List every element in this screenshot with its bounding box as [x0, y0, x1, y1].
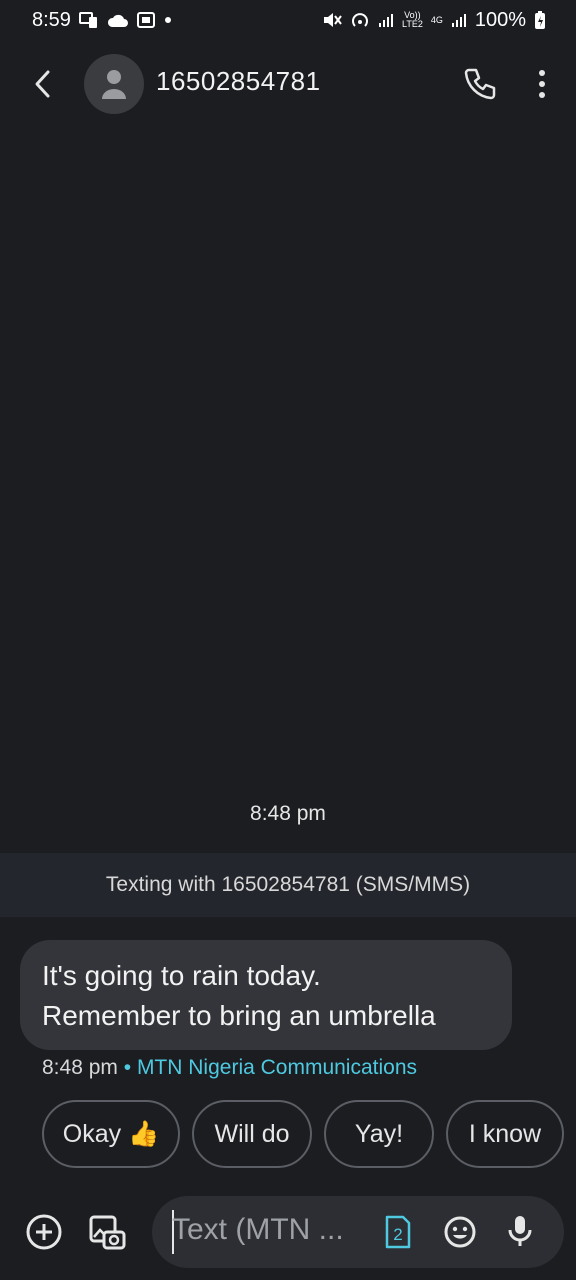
- message-composer[interactable]: Text (MTN ... 2: [152, 1196, 564, 1268]
- message-time: 8:48 pm: [42, 1056, 118, 1079]
- smart-reply-row: Okay 👍 Will do Yay! I know: [42, 1100, 564, 1168]
- status-bar: 8:59 Vo)) LTE2 4G 100%: [0, 0, 576, 40]
- phone-call-icon[interactable]: [460, 64, 500, 104]
- message-separator: •: [123, 1056, 132, 1079]
- smart-reply-okay[interactable]: Okay 👍: [42, 1100, 180, 1168]
- battery-charging-icon: [534, 10, 546, 30]
- sim-selector-icon[interactable]: 2: [384, 1214, 412, 1250]
- lte-label: LTE2: [401, 19, 423, 29]
- screenshot-icon: [136, 11, 155, 29]
- emoji-icon[interactable]: [442, 1214, 478, 1250]
- date-divider: 8:48 pm: [250, 802, 326, 825]
- status-left: 8:59: [32, 9, 173, 32]
- battery-percent: 100%: [474, 8, 526, 31]
- status-time: 8:59: [32, 8, 71, 31]
- more-vert-icon[interactable]: [524, 64, 560, 104]
- incoming-message-bubble[interactable]: It's going to rain today. Remember to br…: [20, 940, 512, 1050]
- message-line-2: Remember to bring an umbrella: [42, 1000, 436, 1031]
- back-arrow-icon[interactable]: [26, 66, 62, 102]
- signal-icon-2: [451, 12, 467, 28]
- contact-avatar-icon[interactable]: [84, 54, 144, 114]
- mute-icon: [322, 11, 342, 29]
- smart-reply-will-do[interactable]: Will do: [192, 1100, 312, 1168]
- texting-banner-text: Texting with 16502854781 (SMS/MMS): [105, 873, 471, 896]
- smart-reply-yay[interactable]: Yay!: [324, 1100, 434, 1168]
- volte-lte-label: Vo)) LTE2: [402, 11, 423, 29]
- notification-app-icon: [78, 11, 99, 29]
- network-type-label: 4G: [430, 14, 443, 25]
- hotspot-icon: [350, 11, 370, 29]
- message-carrier[interactable]: MTN Nigeria Communications: [137, 1056, 417, 1079]
- conversation-header: 16502854781: [0, 40, 576, 128]
- sim-number: 2: [393, 1225, 402, 1244]
- contact-title[interactable]: 16502854781: [156, 66, 321, 97]
- message-line-1: It's going to rain today.: [42, 960, 321, 991]
- dot-icon: [163, 15, 173, 25]
- texting-banner: Texting with 16502854781 (SMS/MMS): [0, 853, 576, 917]
- mic-icon[interactable]: [504, 1212, 536, 1252]
- smart-reply-i-know[interactable]: I know: [446, 1100, 564, 1168]
- add-icon[interactable]: [24, 1212, 64, 1252]
- message-input[interactable]: Text (MTN ...: [172, 1213, 344, 1247]
- cloud-icon: [107, 12, 129, 28]
- status-right: Vo)) LTE2 4G 100%: [322, 9, 546, 32]
- signal-icon-1: [378, 12, 394, 28]
- gallery-icon[interactable]: [88, 1212, 128, 1252]
- message-meta: 8:48 pm • MTN Nigeria Communications: [42, 1056, 417, 1080]
